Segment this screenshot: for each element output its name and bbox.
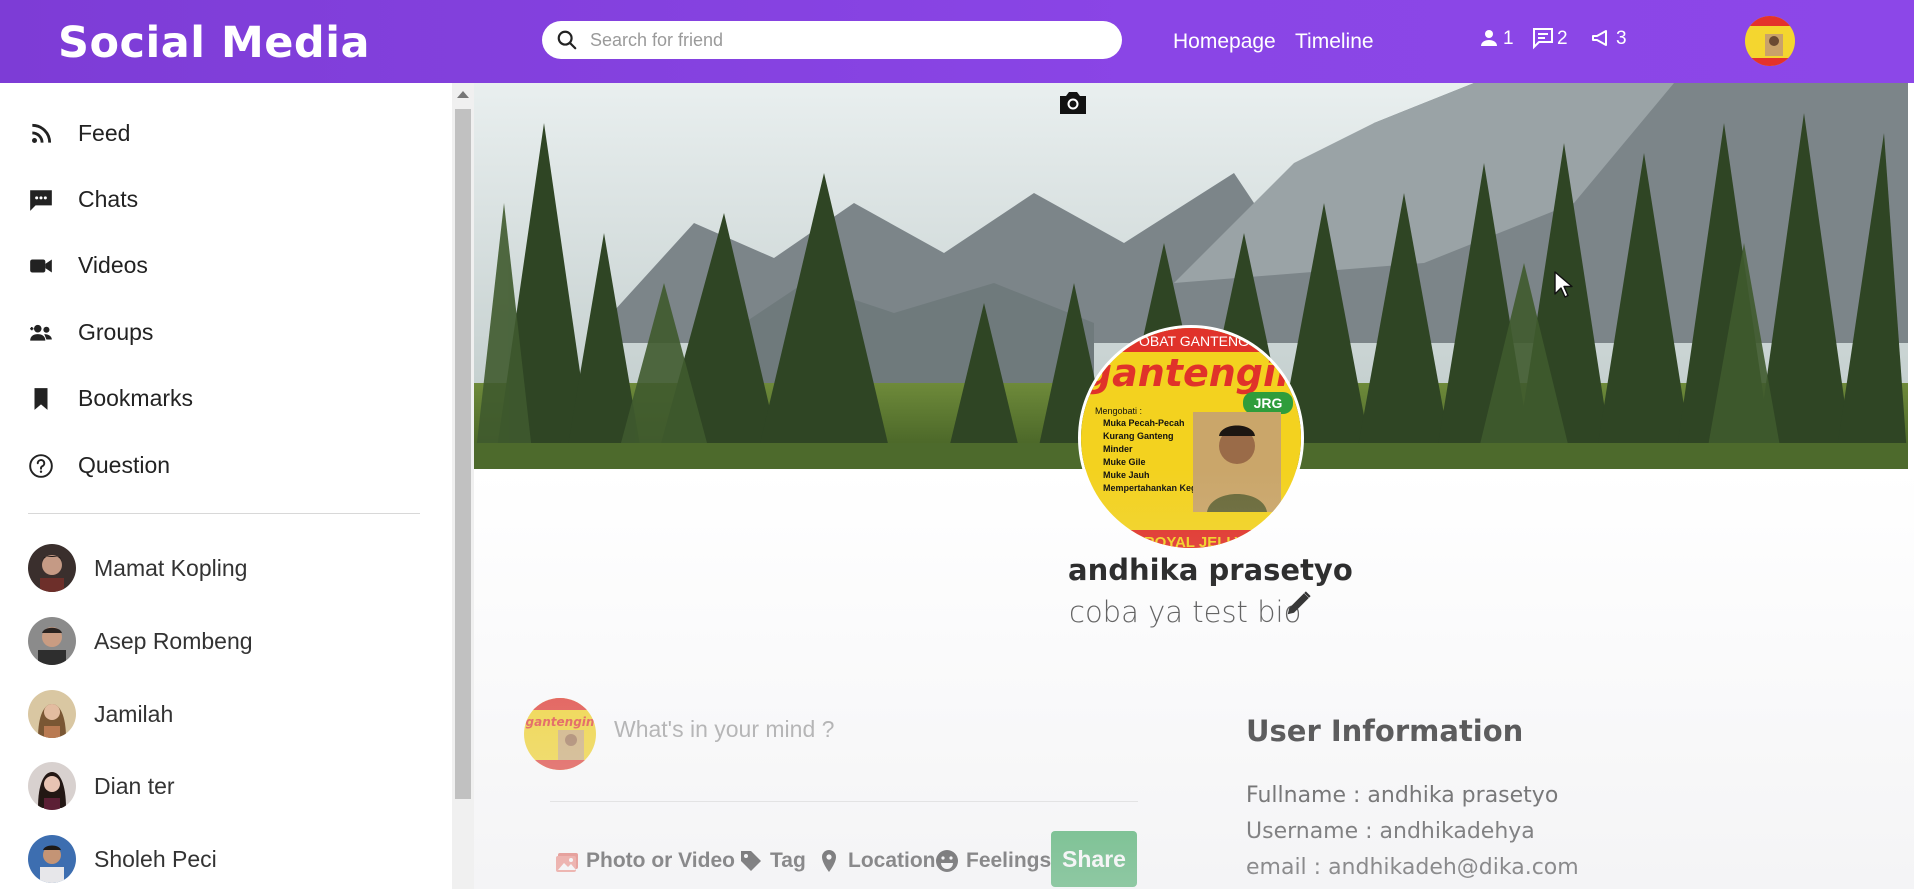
friend-avatar <box>28 762 76 810</box>
post-avatar-brand: gantengin <box>526 715 595 729</box>
profile-name: andhika prasetyo <box>1068 553 1353 587</box>
sidebar-item-label: Feed <box>78 120 131 146</box>
user-info-username: Username : andhikadehya <box>1246 819 1535 844</box>
location-label: Location <box>848 849 936 872</box>
search-icon <box>557 30 577 50</box>
scroll-up-arrow[interactable] <box>457 91 469 98</box>
search-input[interactable] <box>590 29 1070 51</box>
sidebar-item-groups[interactable]: Groups <box>28 319 153 346</box>
megaphone-icon <box>1592 30 1607 46</box>
sidebar-item-label: Question <box>78 452 171 478</box>
sidebar-item-bookmarks[interactable]: Bookmarks <box>28 385 193 412</box>
messages-count: 2 <box>1557 28 1568 49</box>
location-button[interactable]: Location <box>816 848 936 874</box>
pic-line: Kurang Ganteng <box>1103 431 1174 441</box>
sidebar-item-label: Groups <box>78 319 154 345</box>
profile-main: OBAT GANTENG gantengin JRG Mengobati : M… <box>474 83 1914 889</box>
user-info-title: User Information <box>1246 714 1524 748</box>
profile-bio: coba ya test bio <box>1069 595 1302 629</box>
friend-avatar <box>28 835 76 883</box>
friend-name: Jamilah <box>94 700 174 727</box>
sidebar: Feed Chats Videos Groups Bookmarks Quest… <box>0 83 452 889</box>
chat-icon <box>30 189 52 211</box>
friend-item-mamat-kopling[interactable]: Mamat Kopling <box>28 544 247 592</box>
pic-bottom-text: ROYAL JELLY <box>1144 534 1244 551</box>
pic-line: Muke Jauh <box>1103 470 1150 480</box>
message-icon <box>1533 28 1553 50</box>
nav-timeline[interactable]: Timeline <box>1295 30 1374 54</box>
top-bar: Social Media Homepage Timeline 1 2 3 <box>0 0 1914 83</box>
post-input[interactable] <box>614 716 1114 743</box>
post-divider <box>550 801 1138 802</box>
pic-line: Muke Gile <box>1103 457 1146 467</box>
user-info-fullname: Fullname : andhika prasetyo <box>1246 783 1559 808</box>
pic-line: Muka Pecah-Pecah <box>1103 418 1185 428</box>
sidebar-item-label: Bookmarks <box>78 385 194 411</box>
photo-video-button[interactable]: Photo or Video <box>554 848 735 874</box>
friend-requests-count: 1 <box>1503 28 1514 49</box>
sidebar-scrollbar[interactable] <box>452 83 474 889</box>
nav-homepage[interactable]: Homepage <box>1173 30 1276 54</box>
post-avatar: gantengin <box>524 698 596 770</box>
group-icon <box>30 324 52 341</box>
messages-button[interactable]: 2 <box>1531 26 1568 50</box>
tag-button[interactable]: Tag <box>738 848 806 874</box>
friend-avatar <box>28 544 76 592</box>
sidebar-item-label: Videos <box>78 252 148 278</box>
person-icon <box>1481 30 1497 46</box>
scrollbar-thumb[interactable] <box>455 109 471 799</box>
feelings-button[interactable]: Feelings <box>934 848 1051 874</box>
sidebar-item-chats[interactable]: Chats <box>28 186 138 213</box>
user-avatar[interactable] <box>1745 16 1795 66</box>
pic-brand-text: gantengin <box>1085 351 1303 395</box>
share-button[interactable]: Share <box>1051 831 1137 887</box>
rss-icon <box>32 123 52 143</box>
tag-label: Tag <box>770 849 806 872</box>
pic-heading-text: Mengobati : <box>1095 406 1142 416</box>
friend-requests-button[interactable]: 1 <box>1477 26 1514 50</box>
sidebar-item-question[interactable]: Question <box>28 452 170 479</box>
friend-item-sholeh-peci[interactable]: Sholeh Peci <box>28 835 217 883</box>
friend-avatar <box>28 690 76 738</box>
video-icon <box>30 259 52 272</box>
friend-item-dian-ter[interactable]: Dian ter <box>28 762 175 810</box>
friend-name: Dian ter <box>94 772 175 799</box>
pencil-icon[interactable] <box>1284 588 1314 618</box>
notifications-button[interactable]: 3 <box>1590 26 1627 50</box>
user-info-email: email : andhikadeh@dika.com <box>1246 855 1579 880</box>
search-bar[interactable] <box>542 21 1122 59</box>
tag-icon <box>741 851 761 871</box>
pic-badge-text: JRG <box>1254 395 1283 411</box>
sidebar-item-feed[interactable]: Feed <box>28 120 130 147</box>
profile-picture[interactable]: OBAT GANTENG gantengin JRG Mengobati : M… <box>1078 325 1304 551</box>
friend-name: Asep Rombeng <box>94 627 253 654</box>
sidebar-divider <box>28 513 420 514</box>
notifications-count: 3 <box>1616 28 1627 49</box>
friend-name: Sholeh Peci <box>94 845 217 872</box>
pic-top-text: OBAT GANTENG <box>1139 333 1249 349</box>
photo-video-label: Photo or Video <box>586 849 735 872</box>
friend-avatar <box>28 617 76 665</box>
mouse-cursor-icon <box>1554 271 1573 298</box>
location-pin-icon <box>822 850 836 872</box>
friend-name: Mamat Kopling <box>94 554 248 581</box>
camera-icon[interactable] <box>1056 88 1090 118</box>
pic-line: Minder <box>1103 444 1133 454</box>
app-logo[interactable]: Social Media <box>58 18 370 68</box>
smiley-icon <box>936 850 958 872</box>
friend-item-jamilah[interactable]: Jamilah <box>28 690 173 738</box>
feelings-label: Feelings <box>966 849 1052 872</box>
question-icon <box>29 453 53 478</box>
bookmark-icon <box>34 387 48 410</box>
sidebar-item-label: Chats <box>78 186 139 212</box>
image-icon <box>556 853 578 872</box>
sidebar-item-videos[interactable]: Videos <box>28 252 148 279</box>
friend-item-asep-rombeng[interactable]: Asep Rombeng <box>28 617 253 665</box>
